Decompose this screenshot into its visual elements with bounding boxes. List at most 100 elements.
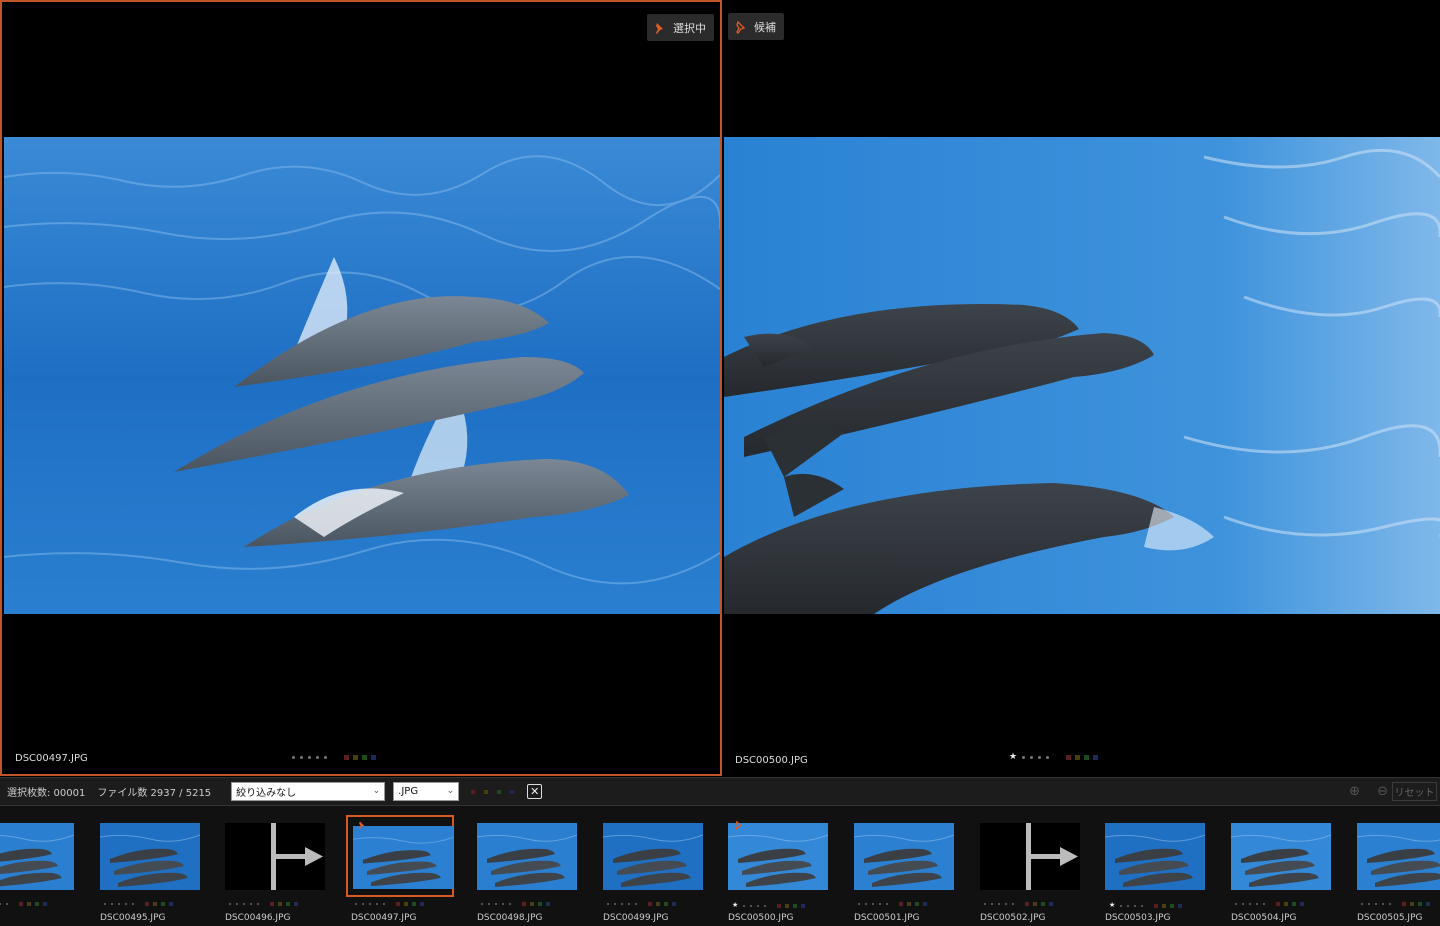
color-label-red[interactable]: [19, 902, 23, 906]
color-label-red[interactable]: [1402, 902, 1406, 906]
color-label-blue[interactable]: [420, 902, 424, 906]
right-rating[interactable]: ★: [1009, 753, 1099, 762]
color-label-blue[interactable]: [1049, 902, 1053, 906]
rating-dot[interactable]: [1242, 903, 1244, 905]
color-label-red[interactable]: [777, 903, 782, 908]
rating-dot[interactable]: [743, 904, 746, 907]
color-label-yellow[interactable]: [1284, 902, 1288, 906]
thumbnail-rating[interactable]: [607, 902, 676, 906]
color-label-blue[interactable]: [801, 903, 806, 908]
rating-dot[interactable]: [607, 903, 609, 905]
rating-dot[interactable]: [1038, 756, 1042, 759]
rating-dot[interactable]: [125, 903, 127, 905]
thumbnail-rating[interactable]: ★: [1109, 902, 1183, 909]
color-label-yellow[interactable]: [1162, 903, 1167, 908]
color-label-red[interactable]: [344, 755, 349, 760]
rating-dot[interactable]: [257, 903, 259, 905]
color-label-red[interactable]: [648, 902, 652, 906]
color-label-red[interactable]: [522, 902, 526, 906]
thumbnail-rating[interactable]: [984, 902, 1053, 906]
rating-dot[interactable]: [1361, 903, 1363, 905]
color-label-green[interactable]: [412, 902, 416, 906]
rating-dot[interactable]: [132, 903, 134, 905]
color-label-green[interactable]: [161, 902, 165, 906]
rating-dot[interactable]: [1127, 904, 1130, 907]
filmstrip[interactable]: .JPGDSC00495.JPG DSC00496.JPG DSC00497.JPG…: [0, 806, 1440, 926]
color-labels[interactable]: [1066, 755, 1099, 760]
rating-dot[interactable]: [111, 903, 113, 905]
left-rating[interactable]: [292, 755, 376, 760]
rating-dot[interactable]: [481, 903, 483, 905]
color-label-green[interactable]: [35, 902, 39, 906]
filmstrip-thumbnail[interactable]: ★ DSC00503.JPG: [1105, 806, 1231, 926]
color-filter-blue[interactable]: [510, 789, 515, 794]
rating-dot[interactable]: [1005, 903, 1007, 905]
color-label-green[interactable]: [1292, 902, 1296, 906]
color-label-green[interactable]: [1170, 903, 1175, 908]
rating-dot[interactable]: [1134, 904, 1137, 907]
color-label-blue[interactable]: [1178, 903, 1183, 908]
thumbnail-rating[interactable]: [858, 902, 927, 906]
color-label-blue[interactable]: [1300, 902, 1304, 906]
rating-dot[interactable]: [236, 903, 238, 905]
rating-dot[interactable]: [1256, 903, 1258, 905]
color-label-green[interactable]: [362, 755, 367, 760]
filmstrip-thumbnail[interactable]: .JPG: [0, 806, 100, 926]
rating-dot[interactable]: [757, 904, 760, 907]
color-labels[interactable]: [648, 902, 676, 906]
rating-dot[interactable]: [383, 903, 385, 905]
zoom-out-icon[interactable]: ⊖: [1377, 784, 1388, 799]
color-label-blue[interactable]: [371, 755, 376, 760]
star-icon[interactable]: ★: [1009, 753, 1017, 762]
rating-dot[interactable]: [362, 903, 364, 905]
rating-dot[interactable]: [998, 903, 1000, 905]
thumbnail-rating[interactable]: [481, 902, 550, 906]
rating-dot[interactable]: [229, 903, 231, 905]
rating-dot[interactable]: [1368, 903, 1370, 905]
color-filter-red[interactable]: [471, 789, 476, 794]
rating-dot[interactable]: [614, 903, 616, 905]
rating-dot[interactable]: [1030, 756, 1034, 759]
clear-filter-button[interactable]: ✕: [527, 784, 543, 799]
rating-dot[interactable]: [509, 903, 511, 905]
thumbnail-rating[interactable]: [0, 902, 47, 906]
filmstrip-thumbnail[interactable]: DSC00498.JPG: [477, 806, 603, 926]
rating-dot[interactable]: [316, 756, 319, 759]
rating-dot[interactable]: [858, 903, 860, 905]
thumbnail-rating[interactable]: [104, 902, 173, 906]
color-label-green[interactable]: [1418, 902, 1422, 906]
rating-dot[interactable]: [502, 903, 504, 905]
color-label-blue[interactable]: [923, 902, 927, 906]
color-label-yellow[interactable]: [530, 902, 534, 906]
rating-dot[interactable]: [1012, 903, 1014, 905]
rating-dot[interactable]: [243, 903, 245, 905]
color-label-yellow[interactable]: [278, 902, 282, 906]
rating-dot[interactable]: [621, 903, 623, 905]
color-labels[interactable]: [344, 755, 376, 760]
rating-dot[interactable]: [865, 903, 867, 905]
color-labels[interactable]: [19, 902, 47, 906]
color-labels[interactable]: [396, 902, 424, 906]
rating-dot[interactable]: [886, 903, 888, 905]
color-label-yellow[interactable]: [1410, 902, 1414, 906]
filmstrip-thumbnail[interactable]: DSC00505.JPG: [1357, 806, 1440, 926]
color-filter-yellow[interactable]: [484, 789, 489, 794]
filmstrip-thumbnail[interactable]: DSC00497.JPG: [346, 806, 477, 926]
filmstrip-thumbnail[interactable]: DSC00499.JPG: [603, 806, 729, 926]
color-label-blue[interactable]: [546, 902, 550, 906]
color-labels[interactable]: [899, 902, 927, 906]
rating-dot[interactable]: [250, 903, 252, 905]
rating-dot[interactable]: [495, 903, 497, 905]
rating-dot[interactable]: [1389, 903, 1391, 905]
thumbnail-rating[interactable]: [355, 902, 424, 906]
selected-pin-badge[interactable]: 選択中: [647, 14, 714, 41]
star-icon[interactable]: ★: [1109, 902, 1115, 909]
rating-dot[interactable]: [872, 903, 874, 905]
color-label-red[interactable]: [1154, 903, 1159, 908]
color-label-red[interactable]: [899, 902, 903, 906]
filter-dropdown[interactable]: 絞り込みなし ⌄: [231, 782, 386, 801]
color-label-blue[interactable]: [1093, 755, 1099, 760]
color-label-blue[interactable]: [43, 902, 47, 906]
rating-dot[interactable]: [355, 903, 357, 905]
color-label-red[interactable]: [1276, 902, 1280, 906]
